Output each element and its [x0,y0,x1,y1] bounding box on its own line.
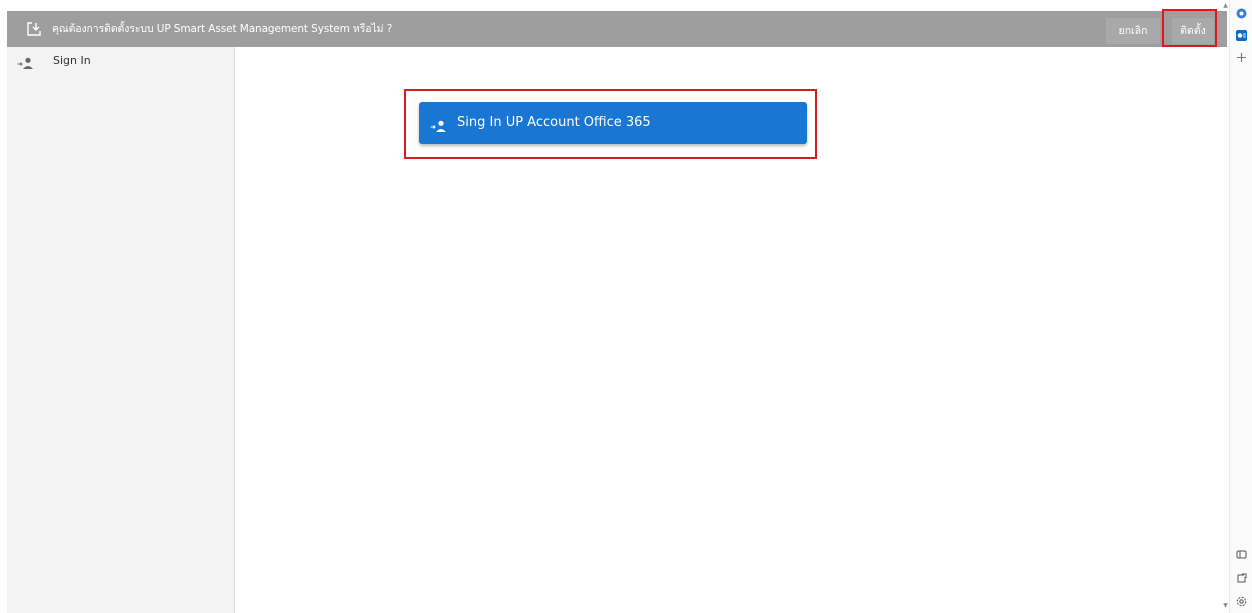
page-scrollbar[interactable]: ▲ ▼ [1222,0,1229,613]
install-button-highlight [1162,9,1217,47]
cancel-button[interactable]: ยกเลิก [1106,18,1160,44]
add-icon[interactable] [1235,49,1248,62]
sidebar-item-sign-in[interactable]: Sign In [7,53,235,71]
sidebar-item-label: Sign In [53,54,91,67]
signin-button-label: Sing In UP Account Office 365 [457,115,651,130]
open-external-icon[interactable] [1235,570,1248,583]
browser-side-rail [1229,0,1252,613]
sidebar: Sign In [7,47,235,613]
settings-icon[interactable] [1235,593,1248,607]
install-banner: คุณต้องการติดตั้งระบบ UP Smart Asset Man… [7,11,1227,47]
install-download-icon [26,21,42,37]
install-banner-message: คุณต้องการติดตั้งระบบ UP Smart Asset Man… [52,23,393,35]
outlook-icon[interactable] [1235,27,1248,41]
scroll-down-arrow-icon[interactable]: ▼ [1222,602,1229,610]
sign-in-user-icon [17,54,34,69]
split-screen-icon[interactable] [1235,546,1248,559]
copilot-icon[interactable] [1235,5,1248,19]
sign-in-user-icon [430,117,447,132]
signin-office365-button[interactable]: Sing In UP Account Office 365 [419,102,807,144]
scroll-up-arrow-icon[interactable]: ▲ [1222,2,1229,10]
